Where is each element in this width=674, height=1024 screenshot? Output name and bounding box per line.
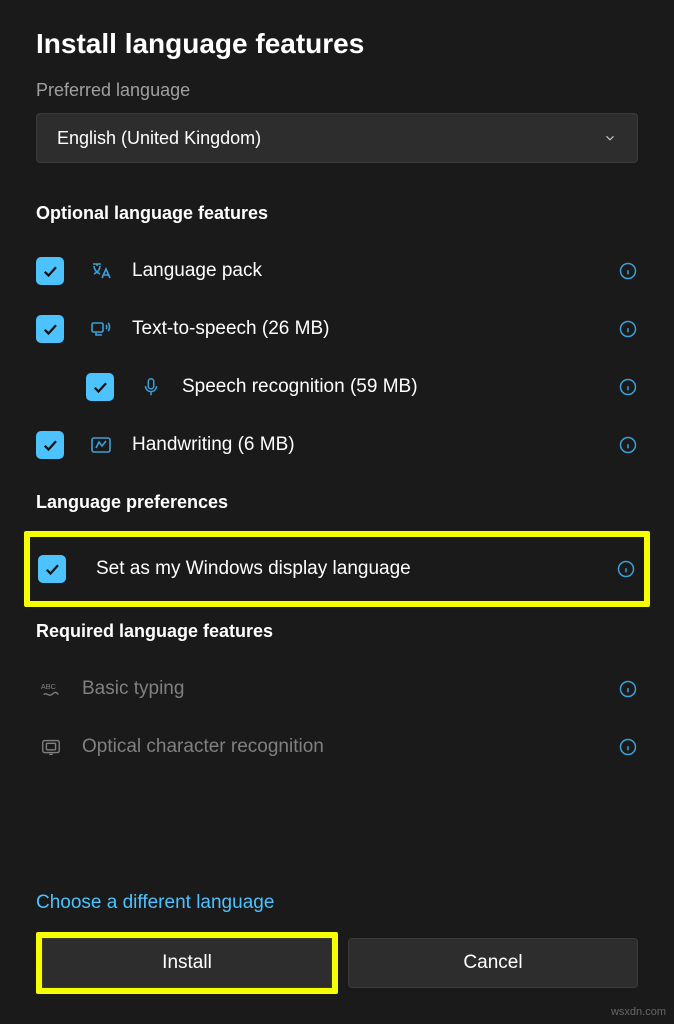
highlight-install-button: Install: [36, 932, 338, 994]
optional-features-header: Optional language features: [36, 203, 638, 224]
row-tts: Text-to-speech (26 MB): [36, 300, 638, 358]
row-label: Language pack: [132, 260, 618, 282]
install-language-dialog: Install language features Preferred lang…: [0, 0, 674, 1024]
row-label: Optical character recognition: [82, 736, 618, 758]
speaking-head-icon: [86, 314, 116, 344]
row-handwriting: Handwriting (6 MB): [36, 416, 638, 474]
row-set-display: Set as my Windows display language: [38, 537, 636, 601]
info-icon[interactable]: [618, 319, 638, 339]
required-features-header: Required language features: [36, 621, 638, 642]
language-pack-icon: [86, 256, 116, 286]
install-button[interactable]: Install: [42, 938, 332, 988]
choose-different-language-link[interactable]: Choose a different language: [36, 892, 274, 914]
language-prefs-header: Language preferences: [36, 492, 638, 513]
handwriting-icon: [86, 430, 116, 460]
watermark: wsxdn.com: [611, 1006, 666, 1018]
checkbox-handwriting[interactable]: [36, 431, 64, 459]
microphone-icon: [136, 372, 166, 402]
preferred-language-label: Preferred language: [36, 80, 638, 101]
checkbox-language-pack[interactable]: [36, 257, 64, 285]
row-basic-typing: ABC Basic typing: [36, 660, 638, 718]
svg-text:ABC: ABC: [41, 682, 57, 691]
checkbox-speech[interactable]: [86, 373, 114, 401]
row-label: Text-to-speech (26 MB): [132, 318, 618, 340]
row-label: Speech recognition (59 MB): [182, 376, 618, 398]
row-ocr: Optical character recognition: [36, 718, 638, 776]
dropdown-value: English (United Kingdom): [57, 128, 261, 149]
info-icon[interactable]: [618, 679, 638, 699]
optional-features-section: Optional language features Language pack…: [36, 203, 638, 474]
info-icon[interactable]: [618, 737, 638, 757]
row-language-pack: Language pack: [36, 242, 638, 300]
dialog-title: Install language features: [36, 28, 638, 60]
language-dropdown[interactable]: English (United Kingdom): [36, 113, 638, 163]
info-icon[interactable]: [618, 377, 638, 397]
row-label: Basic typing: [82, 678, 618, 700]
row-label: Set as my Windows display language: [96, 558, 616, 580]
row-label: Handwriting (6 MB): [132, 434, 618, 456]
info-icon[interactable]: [618, 435, 638, 455]
info-icon[interactable]: [618, 261, 638, 281]
checkbox-tts[interactable]: [36, 315, 64, 343]
highlight-set-display: Set as my Windows display language: [24, 531, 650, 607]
cancel-button[interactable]: Cancel: [348, 938, 638, 988]
row-speech-recognition: Speech recognition (59 MB): [36, 358, 638, 416]
ocr-icon: [36, 732, 66, 762]
button-bar: Install Cancel: [36, 932, 638, 994]
info-icon[interactable]: [616, 559, 636, 579]
basic-typing-icon: ABC: [36, 674, 66, 704]
checkbox-set-display[interactable]: [38, 555, 66, 583]
chevron-down-icon: [603, 131, 617, 145]
